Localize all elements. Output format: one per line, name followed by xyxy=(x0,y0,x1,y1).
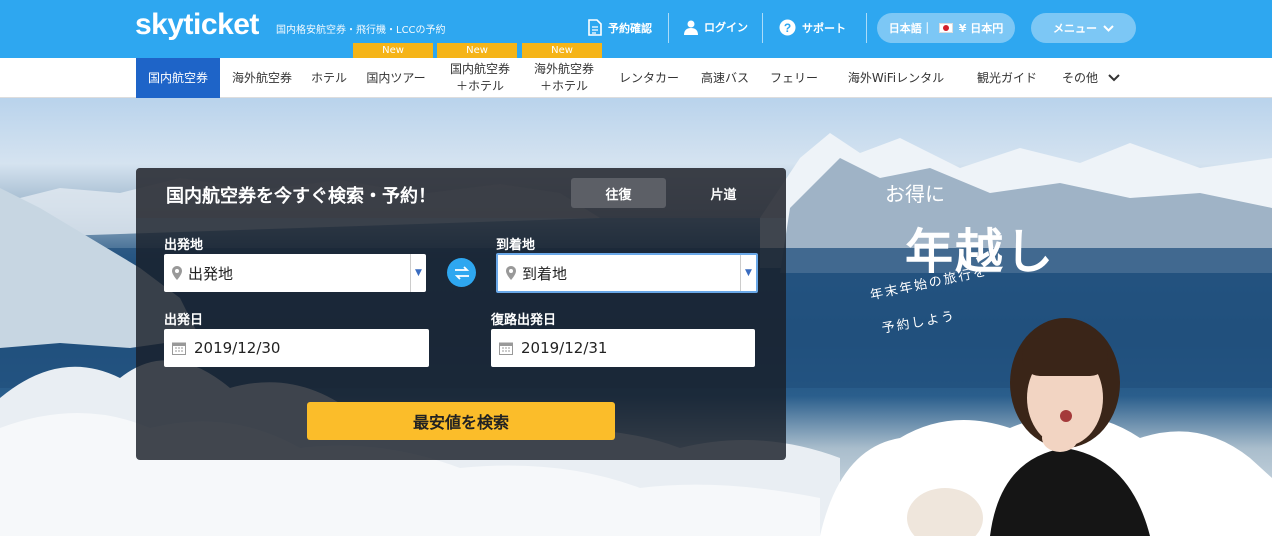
nav-highway-bus[interactable]: 高速バス xyxy=(694,58,756,98)
nav-item-line1: 海外航空券 xyxy=(533,62,594,76)
support-label: サポート xyxy=(802,21,846,35)
location-pin-icon xyxy=(506,266,516,280)
nav-more[interactable]: その他 xyxy=(1056,58,1126,98)
dropdown-arrow-icon[interactable]: ▼ xyxy=(410,254,426,292)
site-header: skyticket 国内格安航空券・飛行機・LCCの予約 予約確認 ログイン ?… xyxy=(0,0,1272,58)
nav-item-line2: ＋ホテル xyxy=(539,79,588,93)
nav-domestic-flight-hotel[interactable]: 国内航空券 ＋ホテル xyxy=(441,58,519,98)
header-divider xyxy=(668,13,669,43)
destination-select[interactable]: 到着地 ▼ xyxy=(496,253,758,293)
location-pin-icon xyxy=(172,266,182,280)
support-link[interactable]: ? サポート xyxy=(779,19,846,36)
chevron-down-icon xyxy=(1108,74,1120,82)
nav-domestic-flights[interactable]: 国内航空券 xyxy=(136,58,220,98)
svg-text:?: ? xyxy=(784,21,791,35)
nav-item-line1: 国内航空券 xyxy=(449,62,510,76)
nav-wifi-rental[interactable]: 海外WiFiレンタル xyxy=(840,58,952,98)
nav-travel-guide[interactable]: 観光ガイド xyxy=(970,58,1044,98)
departure-date-label: 出発日 xyxy=(164,313,204,328)
calendar-icon xyxy=(172,342,186,355)
menu-label: メニュー xyxy=(1053,22,1097,35)
one-way-tab[interactable]: 片道 xyxy=(676,178,771,208)
new-badge: New xyxy=(437,43,517,58)
return-date-value: 2019/12/31 xyxy=(521,339,608,357)
calendar-icon xyxy=(499,342,513,355)
origin-select[interactable]: 出発地 ▼ xyxy=(164,254,426,292)
nav-international-flight-hotel[interactable]: 海外航空券 ＋ホテル xyxy=(525,58,603,98)
origin-value: 出発地 xyxy=(188,264,234,283)
return-date-label: 復路出発日 xyxy=(491,313,557,328)
user-icon xyxy=(684,20,698,35)
document-icon xyxy=(588,19,602,36)
destination-label: 到着地 xyxy=(496,238,536,253)
origin-label: 出発地 xyxy=(164,238,204,253)
menu-button[interactable]: メニュー xyxy=(1031,13,1136,43)
language-currency-button[interactable]: 日本語｜ ¥ 日本円 xyxy=(877,13,1015,43)
nav-rental-cars[interactable]: レンタカー xyxy=(612,58,686,98)
currency-label: ¥ 日本円 xyxy=(958,22,1004,35)
login-label: ログイン xyxy=(704,21,748,34)
new-badge: New xyxy=(522,43,602,58)
swap-icon xyxy=(454,265,469,280)
site-tagline: 国内格安航空券・飛行機・LCCの予約 xyxy=(276,25,446,36)
chevron-down-icon xyxy=(1103,24,1114,32)
dropdown-arrow-icon[interactable]: ▼ xyxy=(740,255,756,291)
site-logo[interactable]: skyticket xyxy=(135,8,259,42)
search-submit-button[interactable]: 最安値を検索 xyxy=(307,402,615,440)
search-title: 国内航空券を今すぐ検索・予約！ xyxy=(166,186,436,207)
departure-date-value: 2019/12/30 xyxy=(194,339,281,357)
new-badge: New xyxy=(353,43,433,58)
nav-more-label: その他 xyxy=(1061,70,1098,85)
login-link[interactable]: ログイン xyxy=(684,19,748,35)
reservation-check-label: 予約確認 xyxy=(608,21,652,35)
main-nav: 国内航空券 海外航空券 ホテル 国内ツアー 国内航空券 ＋ホテル 海外航空券 ＋… xyxy=(0,58,1272,98)
promo-line-1: お得に xyxy=(885,182,945,206)
departure-date-input[interactable]: 2019/12/30 xyxy=(164,329,429,367)
reservation-check-link[interactable]: 予約確認 xyxy=(588,19,652,36)
help-icon: ? xyxy=(779,19,796,36)
header-divider xyxy=(762,13,763,43)
nav-domestic-tours[interactable]: 国内ツアー xyxy=(358,58,434,98)
nav-international-flights[interactable]: 海外航空券 xyxy=(224,58,300,98)
flight-search-panel: 国内航空券を今すぐ検索・予約！ 往復 片道 出発地 出発地 ▼ 到着地 到着地 … xyxy=(136,168,786,460)
nav-ferry[interactable]: フェリー xyxy=(764,58,824,98)
destination-value: 到着地 xyxy=(522,264,568,283)
japan-flag-icon xyxy=(938,23,953,33)
nav-item-line2: ＋ホテル xyxy=(455,79,504,93)
header-divider xyxy=(866,13,867,43)
round-trip-tab[interactable]: 往復 xyxy=(571,178,666,208)
language-label: 日本語｜ xyxy=(888,22,933,35)
return-date-input[interactable]: 2019/12/31 xyxy=(491,329,755,367)
nav-hotels[interactable]: ホテル xyxy=(304,58,354,98)
swap-airports-button[interactable] xyxy=(447,258,476,287)
